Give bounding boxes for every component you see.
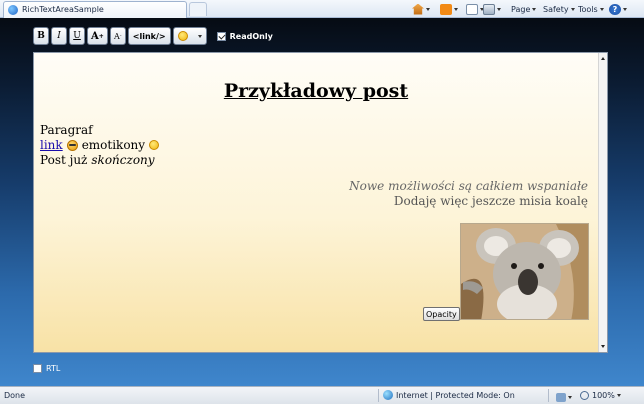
- tools-menu[interactable]: Tools: [578, 3, 604, 15]
- zone-text: Internet | Protected Mode: On: [396, 390, 515, 400]
- post-title: Przykładowy post: [223, 80, 409, 102]
- underline-button[interactable]: U: [69, 27, 85, 45]
- safety-menu[interactable]: Safety: [543, 3, 575, 15]
- new-tab-button[interactable]: [189, 2, 207, 16]
- opacity-button[interactable]: Opacity: [423, 307, 460, 321]
- browser-tab[interactable]: RichTextAreaSample: [3, 1, 187, 18]
- status-bar: Done Internet | Protected Mode: On 100%: [0, 386, 644, 404]
- smiley-icon: [177, 31, 188, 41]
- help-icon: ?: [609, 3, 621, 15]
- formatting-toolbar: B I U A + A- <link/> ReadOnly: [33, 27, 273, 45]
- paragraph-text: Paragraf: [40, 123, 93, 137]
- paragraph-line: Paragraf: [40, 123, 93, 137]
- rtl-label: RTL: [46, 364, 61, 373]
- home-button[interactable]: [412, 3, 430, 15]
- post-end-prefix: Post już: [40, 153, 88, 167]
- browser-tab-bar: RichTextAreaSample Page Safety Tools ?: [0, 0, 644, 18]
- post-end-italic: skończony: [91, 153, 155, 167]
- readonly-label: ReadOnly: [229, 31, 273, 41]
- zoom-icon: [580, 391, 589, 400]
- rich-text-area[interactable]: Przykładowy post Paragraf link emotikony…: [33, 52, 608, 353]
- chevron-down-icon: [197, 34, 202, 38]
- grow-font-button[interactable]: A +: [87, 27, 108, 45]
- shrink-font-button[interactable]: A-: [109, 27, 126, 45]
- page-menu[interactable]: Page: [511, 3, 537, 15]
- status-text: Done: [4, 391, 26, 400]
- emoticons-text: emotikony: [81, 138, 146, 152]
- scroll-down-icon[interactable]: [601, 345, 605, 348]
- tools-menu-label: Tools: [578, 4, 598, 14]
- zone-settings-button[interactable]: [556, 391, 572, 403]
- scroll-up-icon[interactable]: [601, 57, 605, 60]
- koala-image: [460, 223, 589, 320]
- zoom-control[interactable]: 100%: [580, 391, 621, 400]
- safety-menu-label: Safety: [543, 4, 569, 14]
- rtl-checkbox[interactable]: RTL: [33, 364, 60, 373]
- feeds-button[interactable]: [440, 3, 458, 15]
- status-separator: [548, 389, 549, 402]
- emoticon-dropdown[interactable]: [172, 27, 207, 45]
- tab-title: RichTextAreaSample: [22, 5, 104, 14]
- right-italic-text: Nowe możliwości są całkiem wspaniałe: [349, 179, 588, 193]
- post-end-line: Post już skończony: [40, 153, 155, 167]
- status-separator: [378, 389, 379, 402]
- koala-picture: [461, 224, 588, 319]
- home-icon: [412, 3, 424, 15]
- readonly-checkbox[interactable]: ReadOnly: [216, 31, 273, 41]
- grow-font-label: A: [91, 30, 99, 42]
- bold-button[interactable]: B: [33, 27, 49, 45]
- print-button[interactable]: [483, 3, 501, 15]
- print-icon: [483, 3, 495, 15]
- readonly-check-icon: [216, 31, 226, 41]
- link-line: link emotikony: [40, 138, 160, 152]
- mail-icon: [466, 3, 478, 15]
- mail-button[interactable]: [466, 3, 484, 15]
- italic-button[interactable]: I: [51, 27, 67, 45]
- rtl-check-icon: [33, 364, 42, 373]
- smiley-emoticon-icon: [149, 140, 160, 150]
- security-zone[interactable]: Internet | Protected Mode: On: [383, 390, 515, 400]
- cool-emoticon-icon: [66, 139, 78, 151]
- ie-icon: [8, 5, 18, 15]
- editor-scrollbar[interactable]: [598, 53, 607, 352]
- settings-icon: [556, 392, 566, 402]
- feeds-icon: [440, 3, 452, 15]
- right-normal-text: Dodaję więc jeszcze misia koalę: [393, 194, 588, 208]
- post-link[interactable]: link: [40, 138, 63, 152]
- insert-link-button[interactable]: <link/>: [127, 27, 171, 45]
- globe-icon: [383, 390, 393, 400]
- help-button[interactable]: ?: [609, 3, 627, 15]
- silverlight-content: B I U A + A- <link/> ReadOnly Przykładowy…: [0, 18, 644, 386]
- zoom-level: 100%: [592, 391, 615, 400]
- page-menu-label: Page: [511, 4, 531, 14]
